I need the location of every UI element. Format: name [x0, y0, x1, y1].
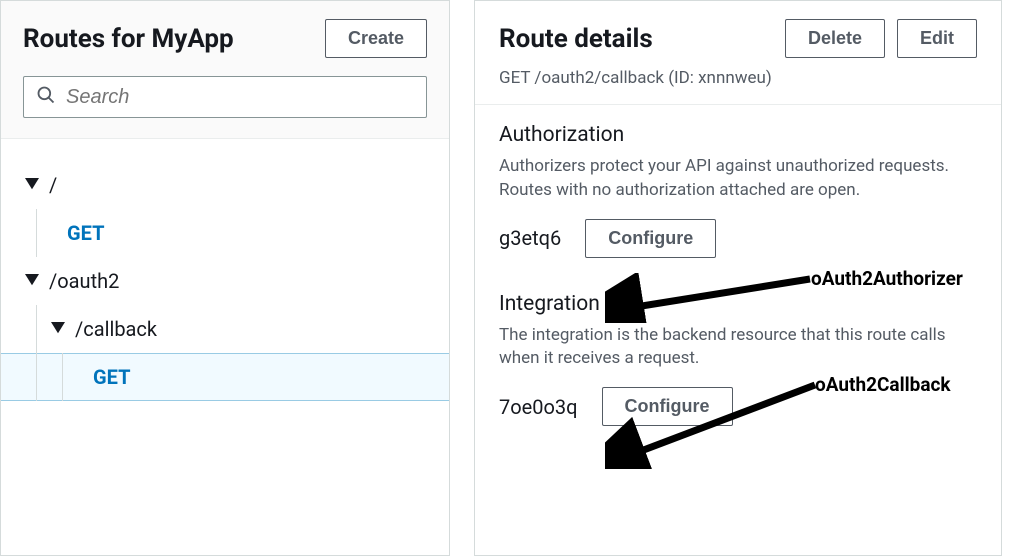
route-path-line: GET /oauth2/callback (ID: xnnnweu) [499, 68, 977, 88]
route-details-title: Route details [499, 24, 653, 54]
integration-id: 7oe0o3q [499, 395, 578, 419]
search-icon [36, 85, 56, 109]
integration-desc: The integration is the backend resource … [499, 324, 977, 372]
route-details-header: Route details Delete Edit GET /oauth2/ca… [475, 1, 1001, 105]
method-label: GET [75, 365, 130, 389]
tree-callback[interactable]: /callback [1, 305, 449, 353]
tree-label: / [49, 173, 57, 197]
create-button[interactable]: Create [325, 19, 427, 58]
caret-down-icon [23, 274, 41, 288]
integration-title: Integration [499, 292, 977, 316]
caret-down-icon [49, 322, 67, 336]
integration-section: Integration The integration is the backe… [475, 268, 1001, 437]
authorizer-id: g3etq6 [499, 226, 561, 250]
edit-button[interactable]: Edit [897, 19, 977, 58]
tree-oauth2[interactable]: /oauth2 [1, 257, 449, 305]
route-details-panel: Route details Delete Edit GET /oauth2/ca… [474, 0, 1002, 556]
routes-tree: / GET /oauth2 /callback GET [1, 139, 449, 401]
routes-title: Routes for MyApp [23, 24, 234, 54]
tree-label: /callback [75, 317, 157, 341]
tree-label: /oauth2 [49, 269, 119, 293]
configure-authorization-button[interactable]: Configure [585, 219, 716, 258]
delete-button[interactable]: Delete [785, 19, 885, 58]
search-input[interactable] [66, 86, 414, 109]
tree-root-get[interactable]: GET [1, 209, 449, 257]
tree-callback-get[interactable]: GET [1, 353, 449, 401]
routes-header: Routes for MyApp Create [1, 1, 449, 139]
authorization-section: Authorization Authorizers protect your A… [475, 105, 1001, 268]
authorization-desc: Authorizers protect your API against una… [499, 155, 977, 203]
search-box[interactable] [23, 76, 427, 118]
caret-down-icon [23, 178, 41, 192]
tree-root[interactable]: / [1, 161, 449, 209]
method-label: GET [49, 221, 104, 245]
authorization-title: Authorization [499, 123, 977, 147]
configure-integration-button[interactable]: Configure [602, 387, 733, 426]
routes-panel: Routes for MyApp Create / GET [0, 0, 450, 556]
